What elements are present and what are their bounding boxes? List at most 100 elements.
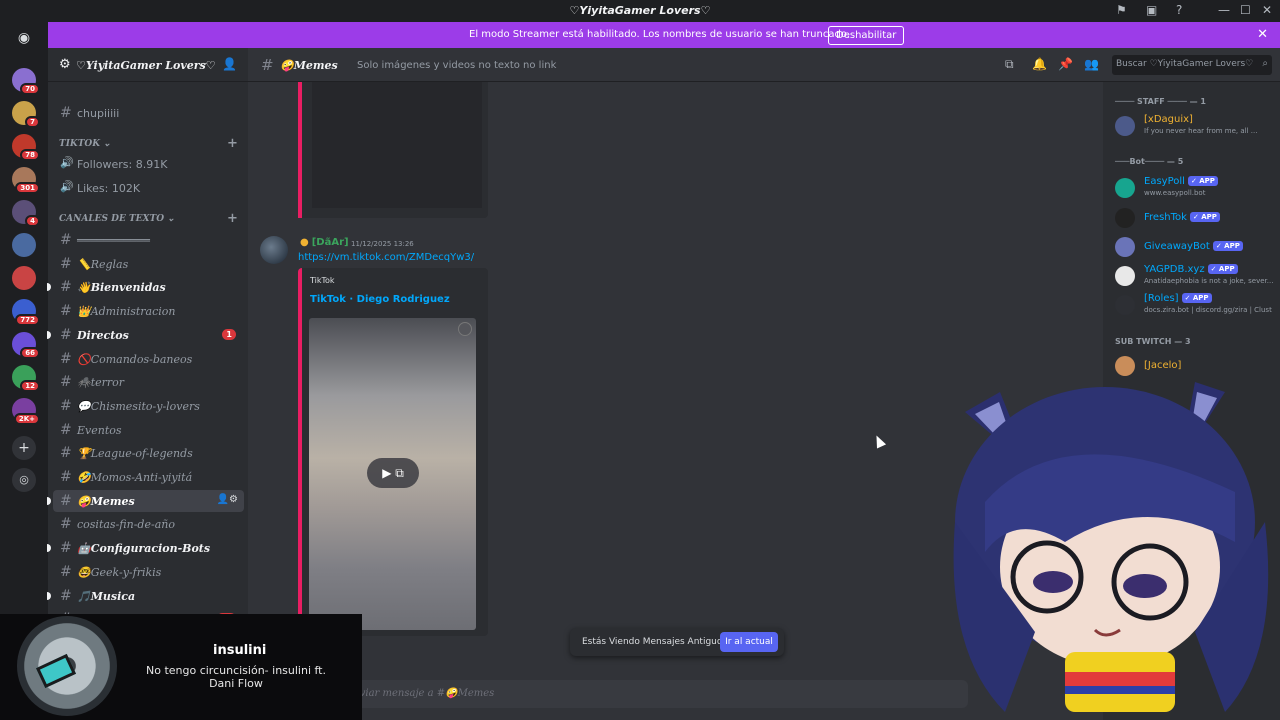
channel-label: 👑Administracion	[77, 305, 176, 319]
previous-embed	[298, 82, 488, 218]
hash-icon: #	[60, 516, 72, 533]
member-name-text: GiveawayBot	[1144, 241, 1210, 252]
track-subtitle: No tengo circuncisión- insulini ft. Dani…	[145, 664, 326, 690]
server-icon[interactable]: 2K+	[12, 398, 40, 425]
hash-icon: #	[60, 303, 72, 320]
member-item[interactable]: [Roles] ✓ APP docs.zira.bot | discord.gg/z…	[1113, 291, 1278, 319]
member-item[interactable]: [xDaguix] If you never hear from me, all …	[1113, 112, 1278, 140]
server-icon[interactable]: 772	[12, 299, 40, 326]
channel-title: 🤪Memes	[280, 59, 338, 72]
server-icon[interactable]: 70	[12, 68, 40, 95]
channel-item[interactable]: # Eventos	[53, 419, 244, 441]
badge-icon: ●	[300, 237, 309, 248]
jump-to-present-bar: Estás Viendo Mensajes Antiguos Ir al act…	[570, 628, 784, 656]
album-art	[17, 616, 117, 716]
channel-item[interactable]: # 🤪Memes 👤⚙	[47, 489, 244, 512]
video-options-icon[interactable]	[458, 322, 472, 336]
message-link[interactable]: https://vm.tiktok.com/ZMDecqYw3/	[298, 252, 474, 263]
channel-label: 👋Bienvenidas	[77, 281, 166, 295]
members-icon[interactable]: 👥	[1084, 57, 1099, 71]
channel-item[interactable]: # 💬Chismesito-y-lovers	[53, 395, 244, 417]
hash-icon: #	[261, 56, 274, 74]
discover-icon[interactable]: ◎	[12, 468, 36, 492]
member-item[interactable]: FreshTok ✓ APP	[1113, 204, 1278, 232]
flag-icon[interactable]: ⚑	[1116, 3, 1127, 17]
server-icon[interactable]: 7	[12, 101, 40, 128]
channel-item[interactable]: # 🤓Geek-y-frikis	[53, 561, 244, 583]
voice-followers[interactable]: 🔊 Followers: 8.91K	[53, 153, 244, 175]
play-button[interactable]: ▶ ⧉	[367, 458, 419, 488]
server-settings-icon[interactable]: ⚙	[59, 57, 71, 72]
channel-settings-icon[interactable]: 👤⚙	[217, 494, 238, 505]
inbox-icon[interactable]: ▣	[1146, 3, 1157, 17]
now-playing-popup: insulini No tengo circuncisión- insulini…	[0, 614, 362, 720]
hash-icon: #	[60, 492, 72, 509]
maximize-button[interactable]: ☐	[1240, 3, 1251, 17]
embed-media[interactable]	[312, 82, 482, 208]
bell-icon[interactable]: 🔔	[1032, 57, 1047, 71]
message-author[interactable]: ● [DãAr]	[300, 237, 349, 248]
server-icon[interactable]: 78	[12, 134, 40, 161]
mention-badge: 4	[25, 215, 40, 227]
guild-header[interactable]: ⚙ ♡YiyitaGamer Lovers♡ ⌄ 👤	[48, 48, 248, 82]
discord-home-icon[interactable]: ◉	[12, 30, 36, 48]
channel-item[interactable]: # 👋Bienvenidas	[47, 276, 244, 298]
server-icon[interactable]	[12, 266, 36, 290]
server-icon[interactable]: 301	[12, 167, 40, 194]
channel-label: 🏆League-of-legends	[77, 447, 193, 461]
mention-badge: 66	[20, 347, 40, 359]
chevron-down-icon[interactable]: ⌄	[201, 58, 209, 68]
message-input[interactable]: Enviar mensaje a #🤪Memes	[256, 680, 968, 708]
hash-icon: #	[60, 469, 72, 485]
hash-icon: #	[60, 374, 72, 391]
server-icon[interactable]: 4	[12, 200, 40, 227]
member-name: YAGPDB.xyz ✓ APP	[1144, 264, 1238, 275]
avatar	[1115, 237, 1135, 257]
channel-item[interactable]: # 🏆League-of-legends	[53, 442, 244, 464]
channel-item[interactable]: # 🎵Musica	[47, 585, 244, 607]
channel-item[interactable]: # 📏Reglas	[53, 253, 244, 275]
channel-item[interactable]: # 👑Administracion	[53, 300, 244, 322]
search-input[interactable]: Buscar ♡YiyitaGamer Lovers♡ ⌕	[1112, 55, 1272, 75]
category-text-channels[interactable]: CANALES DE TEXTO ⌄ +	[59, 211, 238, 226]
help-icon[interactable]: ?	[1176, 3, 1182, 17]
category-tiktok[interactable]: TIKTOK ⌄ +	[59, 136, 238, 151]
invite-icon[interactable]: 👤	[222, 57, 237, 71]
minimize-button[interactable]: —	[1218, 3, 1230, 17]
embed-title[interactable]: TikTok · Diego Rodriguez	[310, 294, 450, 305]
channel-item[interactable]: # Directos 1	[47, 324, 244, 346]
add-server-icon[interactable]: +	[12, 436, 36, 460]
avatar[interactable]	[260, 236, 288, 264]
disable-streamer-button[interactable]: Deshabilitar	[828, 26, 905, 45]
channel-item-chupiiiii[interactable]: # chupiiiii	[53, 102, 244, 124]
add-channel-icon[interactable]: +	[227, 136, 238, 151]
server-icon[interactable]: 66	[12, 332, 40, 359]
unread-indicator	[47, 544, 51, 553]
member-name: EasyPoll ✓ APP	[1144, 176, 1218, 187]
member-item[interactable]: GiveawayBot ✓ APP	[1113, 233, 1278, 261]
pin-icon[interactable]: 📌	[1058, 57, 1073, 71]
member-item[interactable]: EasyPoll ✓ APP www.easypoll.bot	[1113, 174, 1278, 202]
channel-item[interactable]: # 🤖Configuracion-Bots	[47, 537, 244, 559]
member-status: Anatidaephobia is not a joke, sever...	[1144, 277, 1274, 285]
channel-item[interactable]: # cositas-fin-de-año	[53, 513, 244, 535]
avatar	[1115, 116, 1135, 136]
server-icon[interactable]: 12	[12, 365, 40, 392]
add-channel-icon[interactable]: +	[227, 211, 238, 226]
member-name-text: [Jacelo]	[1144, 360, 1182, 371]
embed-video[interactable]: ▶ ⧉	[309, 318, 476, 630]
voice-likes[interactable]: 🔊 Likes: 102K	[53, 177, 244, 199]
server-icon[interactable]	[12, 233, 36, 257]
window-title: ♡YiyitaGamer Lovers♡	[569, 4, 711, 17]
channel-item[interactable]: # 🤣Momos-Anti-yiyitá	[53, 466, 244, 488]
channel-item[interactable]: # ═══════════	[53, 229, 244, 251]
threads-icon[interactable]: ⧉	[1005, 57, 1014, 72]
jump-to-present-button[interactable]: Ir al actual	[720, 632, 778, 652]
role-header-staff: ──── STAFF ──── — 1	[1115, 97, 1206, 106]
channel-header: # 🤪Memes Solo imágenes y videos no texto…	[248, 48, 1280, 82]
member-item[interactable]: YAGPDB.xyz ✓ APP Anatidaephobia is not a j…	[1113, 262, 1278, 290]
channel-item[interactable]: # 🚫Comandos-baneos	[53, 348, 244, 370]
close-window-button[interactable]: ✕	[1262, 3, 1272, 17]
close-icon[interactable]: ✕	[1257, 27, 1268, 42]
channel-item[interactable]: # 🕷️terror	[53, 371, 244, 393]
